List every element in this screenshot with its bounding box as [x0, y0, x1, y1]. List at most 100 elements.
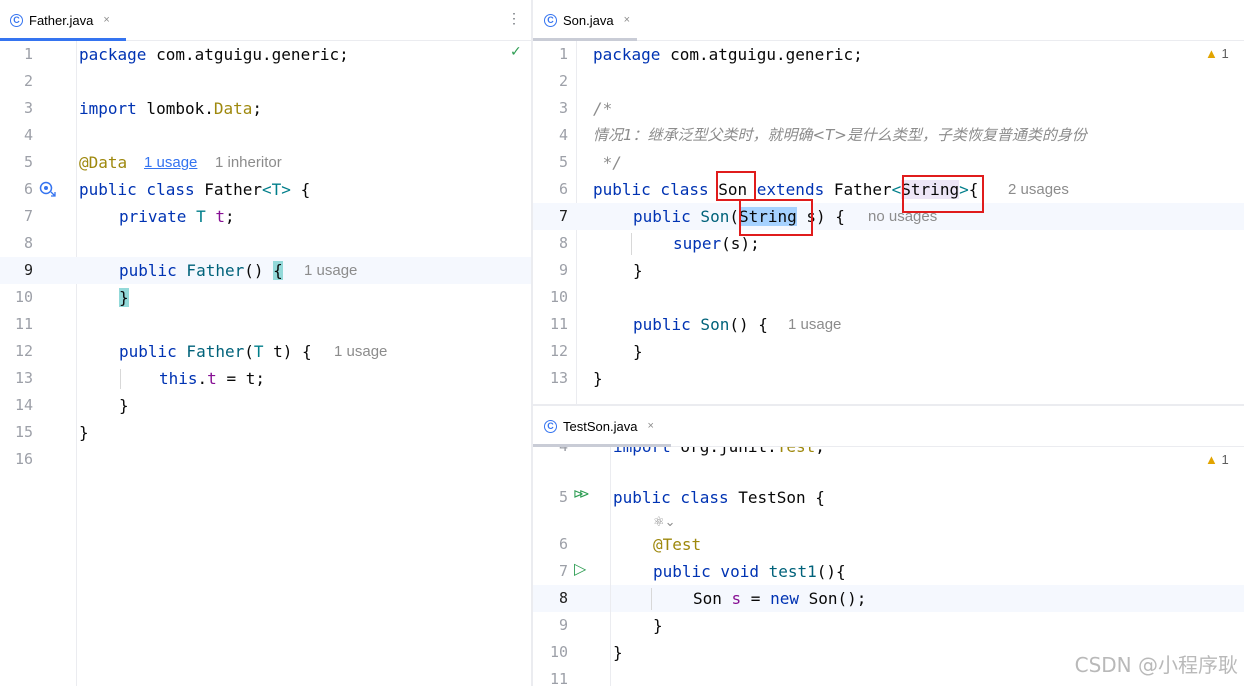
- class-icon: C: [10, 13, 23, 27]
- active-tab-indicator: [533, 444, 671, 447]
- tab-father-java[interactable]: C Father.java ×: [10, 0, 110, 40]
- code-line: public Father(T t) {: [119, 342, 312, 361]
- usage-hint[interactable]: 1 usage: [334, 338, 387, 365]
- line-number: 2: [23, 72, 33, 90]
- line-number: 6: [558, 535, 568, 553]
- line-number: 10: [14, 288, 33, 306]
- father-tab-bar: C Father.java × ⋮: [0, 0, 531, 41]
- usage-hint[interactable]: 1 usage: [788, 311, 841, 338]
- testson-editor-pane: 4 import org.junit.Test; 5 ⊳⊳ public cla…: [533, 406, 1244, 686]
- line-number: 12: [14, 342, 33, 360]
- code-line: @Test: [653, 535, 702, 554]
- highlight-box-string-param: [739, 199, 813, 236]
- class-icon: C: [544, 13, 557, 27]
- current-line: 9 public Father() { 1 usage: [0, 257, 531, 284]
- tab-label: Son.java: [563, 12, 614, 28]
- code-line: }: [653, 616, 663, 635]
- code-line: public Son() {: [633, 315, 768, 334]
- line-number: 3: [23, 99, 33, 117]
- line-number: 15: [14, 423, 33, 441]
- code-line: }: [633, 261, 643, 280]
- father-editor-pane: C Father.java × ⋮ ✓ 1 package com.atguig…: [0, 0, 531, 686]
- line-number: 8: [558, 234, 568, 252]
- line-number: 7: [23, 207, 33, 225]
- code-line: public class TestSon {: [613, 488, 825, 507]
- code-line: public Father() {: [119, 261, 283, 280]
- code-line: }: [613, 643, 623, 662]
- line-number: 6: [558, 180, 568, 198]
- line-number: 12: [549, 342, 568, 360]
- warning-indicator[interactable]: ▲ 1: [1205, 452, 1229, 467]
- usage-hint[interactable]: 1 usage: [304, 257, 357, 284]
- code-line: }: [633, 342, 643, 361]
- code-line: @Data: [79, 153, 128, 172]
- code-line: private T t;: [119, 207, 235, 226]
- close-icon[interactable]: ×: [103, 14, 109, 26]
- line-number: 8: [558, 589, 568, 607]
- line-number: 11: [549, 670, 568, 686]
- code-line: import lombok.Data;: [79, 99, 263, 118]
- line-number: 1: [23, 45, 33, 63]
- comment-line: 情况1：继承泛型父类时，就明确<T>是什么类型，子类恢复普通类的身份: [593, 126, 1087, 144]
- code-line: public void test1(){: [653, 562, 846, 581]
- usage-hint[interactable]: 2 usages: [1008, 176, 1069, 203]
- father-code-area[interactable]: 1 package com.atguigu.generic; 2 3 impor…: [0, 41, 531, 686]
- line-number: 5: [558, 153, 568, 171]
- gutter-divider: [610, 446, 611, 686]
- code-line: public class Father<T> {: [79, 180, 311, 199]
- line-number: 8: [23, 234, 33, 252]
- tab-label: TestSon.java: [563, 418, 638, 434]
- line-number: 13: [549, 369, 568, 387]
- implementations-gutter-icon[interactable]: [39, 181, 56, 197]
- tab-testson-java[interactable]: C TestSon.java ×: [544, 406, 654, 446]
- close-icon[interactable]: ×: [624, 14, 630, 26]
- line-number: 5: [558, 488, 568, 506]
- testson-tab-bar: C TestSon.java ×: [533, 406, 1244, 447]
- usage-hint-link[interactable]: 1 usage: [144, 149, 197, 176]
- run-all-tests-icon[interactable]: ⊳⊳: [573, 487, 590, 502]
- line-number: 3: [558, 99, 568, 117]
- line-number: 10: [549, 643, 568, 661]
- code-line: }: [119, 396, 129, 415]
- current-line: 7 public Son(String s) { no usages: [533, 203, 1244, 230]
- line-number: 5: [23, 153, 33, 171]
- line-number: 1: [558, 45, 568, 63]
- line-number: 9: [558, 616, 568, 634]
- son-code-area[interactable]: 1 package com.atguigu.generic; 2 3 /* 4 …: [533, 41, 1244, 404]
- son-tab-bar: C Son.java ×: [533, 0, 1244, 41]
- code-line: package com.atguigu.generic;: [79, 45, 349, 64]
- line-number: 2: [558, 72, 568, 90]
- tab-son-java[interactable]: C Son.java ×: [544, 0, 630, 40]
- run-test-icon[interactable]: ▷: [574, 559, 586, 578]
- line-number: 9: [558, 261, 568, 279]
- csdn-watermark: CSDN @小程序耿: [1074, 653, 1238, 677]
- line-number: 7: [558, 207, 568, 225]
- code-line: package com.atguigu.generic;: [593, 45, 863, 64]
- line-number: 11: [14, 315, 33, 333]
- code-line: }: [593, 369, 603, 388]
- code-line: Son s = new Son();: [693, 589, 867, 608]
- line-number: 6: [23, 180, 33, 198]
- line-number: 14: [14, 396, 33, 414]
- highlight-box-son: [716, 171, 756, 201]
- warning-icon: ▲: [1205, 452, 1218, 467]
- code-line: }: [119, 288, 129, 307]
- current-line: 8 Son s = new Son();: [533, 585, 1244, 612]
- line-number: 16: [14, 450, 33, 468]
- more-options-icon[interactable]: ⋮: [507, 10, 521, 27]
- highlight-box-string-generic: [902, 175, 984, 213]
- code-line: }: [79, 423, 89, 442]
- test-class-icon: C: [544, 419, 557, 433]
- line-number: 4: [23, 126, 33, 144]
- line-number: 13: [14, 369, 33, 387]
- line-number: 7: [558, 562, 568, 580]
- inheritor-hint[interactable]: 1 inheritor: [215, 149, 282, 176]
- line-number: 11: [549, 315, 568, 333]
- indent-guide: [120, 369, 121, 389]
- close-icon[interactable]: ×: [647, 420, 653, 432]
- indent-guide: [651, 588, 652, 610]
- code-line: this.t = t;: [159, 369, 265, 388]
- line-number: 9: [23, 261, 33, 279]
- line-number: 10: [549, 288, 568, 306]
- comment-line: /*: [593, 99, 613, 118]
